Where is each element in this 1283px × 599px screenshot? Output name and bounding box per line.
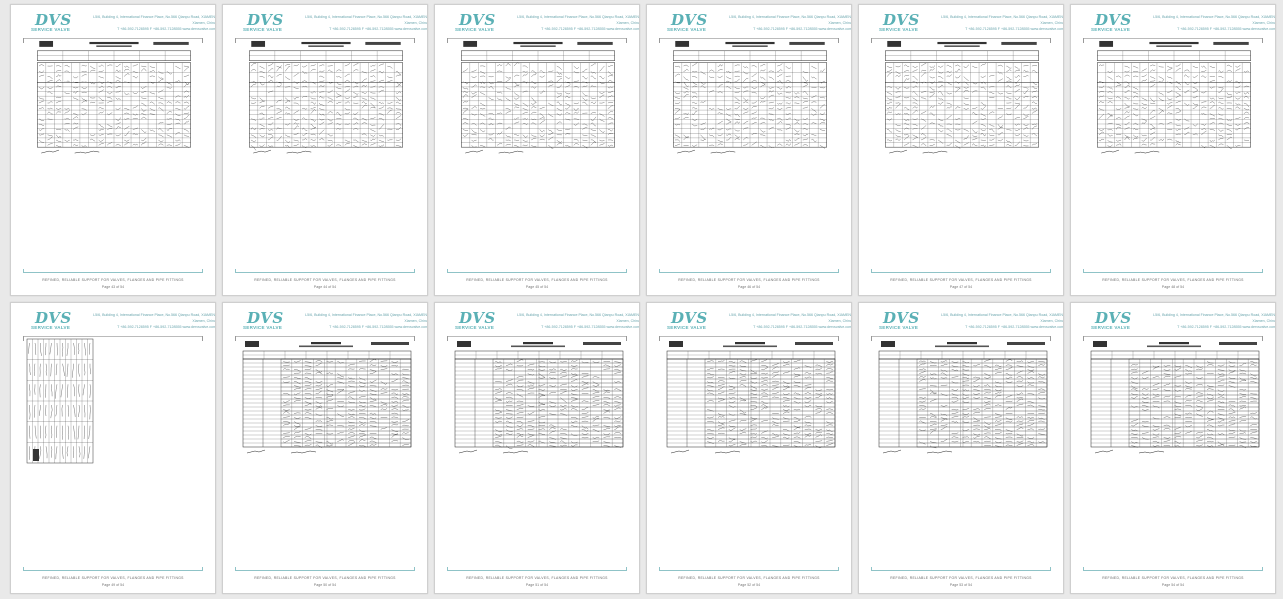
footer-tagline: REFINED, RELIABLE SUPPORT FOR VALVES, FL…: [1102, 576, 1244, 580]
page-number: Page 53 of 54: [949, 583, 973, 587]
footer-tagline: REFINED, RELIABLE SUPPORT FOR VALVES, FL…: [466, 278, 608, 282]
page-header: DVS SERVICE VALVE L5/6, Building 4, Inte…: [871, 11, 1063, 37]
page-number: Page 47 of 54: [949, 285, 973, 289]
footer-tagline: REFINED, RELIABLE SUPPORT FOR VALVES, FL…: [678, 576, 820, 580]
page-thumbnail[interactable]: DVS SERVICE VALVE L5/6, Building 4, Inte…: [10, 302, 216, 594]
company-logo-subtitle: SERVICE VALVE: [243, 27, 283, 32]
company-logo-subtitle: SERVICE VALVE: [667, 325, 707, 330]
company-logo-subtitle: SERVICE VALVE: [1091, 325, 1131, 330]
page-thumbnail[interactable]: DVS SERVICE VALVE L5/6, Building 4, Inte…: [858, 302, 1064, 594]
page-number: Page 46 of 54: [737, 285, 761, 289]
footer-tagline: REFINED, RELIABLE SUPPORT FOR VALVES, FL…: [254, 576, 396, 580]
page-header: DVS SERVICE VALVE L5/6, Building 4, Inte…: [235, 309, 427, 335]
company-address: L5/6, Building 4, International Finance …: [1153, 313, 1276, 329]
company-address: L5/6, Building 4, International Finance …: [729, 313, 852, 329]
company-logo-subtitle: SERVICE VALVE: [455, 325, 495, 330]
page-header: DVS SERVICE VALVE L5/6, Building 4, Inte…: [871, 309, 1063, 335]
company-logo-subtitle: SERVICE VALVE: [879, 27, 919, 32]
page-header: DVS SERVICE VALVE L5/6, Building 4, Inte…: [23, 309, 215, 335]
footer-tagline: REFINED, RELIABLE SUPPORT FOR VALVES, FL…: [890, 278, 1032, 282]
footer-tagline: REFINED, RELIABLE SUPPORT FOR VALVES, FL…: [42, 278, 184, 282]
page-number: Page 50 of 54: [313, 583, 337, 587]
page-thumbnail[interactable]: DVS SERVICE VALVE L5/6, Building 4, Inte…: [10, 4, 216, 296]
company-logo-subtitle: SERVICE VALVE: [31, 325, 71, 330]
page-header: DVS SERVICE VALVE L5/6, Building 4, Inte…: [1083, 309, 1275, 335]
page-thumbnail[interactable]: DVS SERVICE VALVE L5/6, Building 4, Inte…: [646, 302, 852, 594]
page-header: DVS SERVICE VALVE L5/6, Building 4, Inte…: [235, 11, 427, 37]
check-record-scan: [665, 339, 837, 459]
page-header: DVS SERVICE VALVE L5/6, Building 4, Inte…: [23, 11, 215, 37]
page-thumbnail[interactable]: DVS SERVICE VALVE L5/6, Building 4, Inte…: [646, 4, 852, 296]
company-logo-subtitle: SERVICE VALVE: [879, 325, 919, 330]
page-number: Page 52 of 54: [737, 583, 761, 587]
footer-tagline: REFINED, RELIABLE SUPPORT FOR VALVES, FL…: [890, 576, 1032, 580]
footer-tagline: REFINED, RELIABLE SUPPORT FOR VALVES, FL…: [1102, 278, 1244, 282]
page-number: Page 48 of 54: [1161, 285, 1185, 289]
company-address: L5/6, Building 4, International Finance …: [305, 15, 428, 31]
page-header: DVS SERVICE VALVE L5/6, Building 4, Inte…: [447, 309, 639, 335]
company-address: L5/6, Building 4, International Finance …: [729, 15, 852, 31]
company-address: L5/6, Building 4, International Finance …: [517, 313, 640, 329]
check-record-scan: [241, 339, 413, 459]
page-thumbnail[interactable]: DVS SERVICE VALVE L5/6, Building 4, Inte…: [434, 4, 640, 296]
performance-test-record-scan: [1095, 39, 1253, 157]
performance-test-record-scan: [883, 39, 1041, 157]
page-thumbnail[interactable]: DVS SERVICE VALVE L5/6, Building 4, Inte…: [434, 302, 640, 594]
company-address: L5/6, Building 4, International Finance …: [941, 313, 1064, 329]
page-number: Page 49 of 54: [101, 583, 125, 587]
check-record-scan: [877, 339, 1049, 459]
page-number: Page 51 of 54: [525, 583, 549, 587]
footer-tagline: REFINED, RELIABLE SUPPORT FOR VALVES, FL…: [42, 576, 184, 580]
page-thumbnail[interactable]: DVS SERVICE VALVE L5/6, Building 4, Inte…: [222, 4, 428, 296]
page-header: DVS SERVICE VALVE L5/6, Building 4, Inte…: [659, 11, 851, 37]
rotated-test-record-scan: [25, 337, 95, 467]
page-header: DVS SERVICE VALVE L5/6, Building 4, Inte…: [1083, 11, 1275, 37]
page-number: Page 45 of 54: [525, 285, 549, 289]
company-address: L5/6, Building 4, International Finance …: [93, 313, 216, 329]
performance-test-record-scan: [247, 39, 405, 157]
check-record-scan: [453, 339, 625, 459]
footer-tagline: REFINED, RELIABLE SUPPORT FOR VALVES, FL…: [254, 278, 396, 282]
company-address: L5/6, Building 4, International Finance …: [305, 313, 428, 329]
company-logo-subtitle: SERVICE VALVE: [243, 325, 283, 330]
company-address: L5/6, Building 4, International Finance …: [93, 15, 216, 31]
page-thumbnail[interactable]: DVS SERVICE VALVE L5/6, Building 4, Inte…: [858, 4, 1064, 296]
performance-test-record-scan: [35, 39, 193, 157]
company-logo-subtitle: SERVICE VALVE: [1091, 27, 1131, 32]
check-record-scan: [1089, 339, 1261, 459]
footer-tagline: REFINED, RELIABLE SUPPORT FOR VALVES, FL…: [678, 278, 820, 282]
page-number: Page 54 of 54: [1161, 583, 1185, 587]
performance-test-record-scan: [459, 39, 617, 157]
company-address: L5/6, Building 4, International Finance …: [1153, 15, 1276, 31]
company-logo-subtitle: SERVICE VALVE: [31, 27, 71, 32]
page-thumbnail[interactable]: DVS SERVICE VALVE L5/6, Building 4, Inte…: [222, 302, 428, 594]
page-header: DVS SERVICE VALVE L5/6, Building 4, Inte…: [659, 309, 851, 335]
page-header: DVS SERVICE VALVE L5/6, Building 4, Inte…: [447, 11, 639, 37]
page-number: Page 44 of 54: [313, 285, 337, 289]
performance-test-record-scan: [671, 39, 829, 157]
company-logo-subtitle: SERVICE VALVE: [455, 27, 495, 32]
page-number: Page 43 of 54: [101, 285, 125, 289]
company-address: L5/6, Building 4, International Finance …: [941, 15, 1064, 31]
page-thumbnail[interactable]: DVS SERVICE VALVE L5/6, Building 4, Inte…: [1070, 4, 1276, 296]
company-logo-subtitle: SERVICE VALVE: [667, 27, 707, 32]
footer-tagline: REFINED, RELIABLE SUPPORT FOR VALVES, FL…: [466, 576, 608, 580]
page-thumbnail[interactable]: DVS SERVICE VALVE L5/6, Building 4, Inte…: [1070, 302, 1276, 594]
page-thumbnail-grid: DVS SERVICE VALVE L5/6, Building 4, Inte…: [10, 4, 1276, 594]
company-address: L5/6, Building 4, International Finance …: [517, 15, 640, 31]
